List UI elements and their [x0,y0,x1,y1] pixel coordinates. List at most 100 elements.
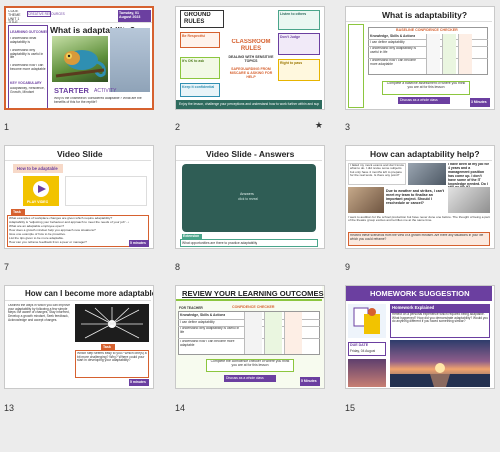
slide-9-photo-3 [448,187,490,213]
slide-1-keywords-label: KEY VOCABULARY [10,81,42,85]
slide-3-row-1: I can define adaptability [370,40,405,44]
slide-14-col-2 [264,312,282,354]
slide-14-col-3 [284,312,302,354]
slide-8-answer-sub: click to reveal [238,197,258,201]
slide-3-sidebar [348,24,364,108]
slide-2-footer: Enjoy the lesson, challenge your percept… [179,102,319,106]
slide-1-tag: CREATIVE RESOURCES [28,12,65,16]
slide-2-box-6-label: Keep it confidential [182,85,215,89]
slide-1-starter-text: Why is the chameleon 'considered adaptab… [54,97,142,104]
slide-3-row-3: I understand how I can become more adapt… [370,59,417,66]
slide-2-box-2-label: Listen to others [280,12,307,16]
slide-13-chalkboard [75,304,149,342]
slide-7-task: Task [13,210,21,214]
slide-14-title: REVIEW YOUR LEARNING OUTCOMES [182,289,324,298]
slide-9-footer: Reword these scenarios from the view of … [350,234,484,241]
slide-2-box-5-label: Right to pass [280,61,303,65]
slide-number-2: 2 [175,122,181,132]
slide-14-row-0: Knowledge, Skills & Actions [180,313,226,317]
slide-3-prompt-sub: Discuss as a whole class [400,98,438,102]
slide-14-row-1: I can define adaptability [180,320,215,324]
slide-number-7: 7 [4,262,10,272]
slide-14-preview[interactable]: REVIEW YOUR LEARNING OUTCOMES FOR TEACHE… [175,285,325,389]
slide-1-starter: STARTER [54,86,89,95]
slide-3-row-0: Knowledge, Skills & Actions [370,34,416,38]
slide-2-box-1-label: Be Respectful [182,34,206,38]
slide-7-title: Video Slide [57,149,103,159]
slide-15-panel-text: Reflect on a personal experience which r… [392,313,488,324]
slide-15-sunset-photo [390,340,490,387]
slide-13-title: How can I become more adaptable? [25,289,154,298]
slide-1-side-label: LEARNING OUTCOMES [10,30,49,34]
slide-8-preview[interactable]: Video Slide - Answers Answers click to r… [175,145,325,249]
slide-2-center-sub: DEALING WITH SENSITIVE TOPICS [228,55,274,63]
slide-15-due-value: Friday, 04 August [350,349,376,353]
slide-3-col-2 [442,34,456,74]
slide-2-center-sub2: SAFEGUARDING FROM MISCARE & ASKING FOR H… [229,67,273,79]
star-icon[interactable]: ★ [315,120,323,131]
slide-13-task-text: Which step seems easy to you? Which one(… [77,352,147,363]
slide-1-outcome-2: I understand why adaptability is useful … [10,49,44,60]
arrows-icon [81,307,143,339]
slide-9-photo-1 [408,163,446,185]
slide-13-task: Task [103,345,111,349]
sunset-icon [390,363,490,387]
slide-9-quote-bottom: I went to audition for the school produc… [348,216,490,223]
slide-3-col-1 [426,34,440,74]
slide-1-starter-sub: ACTIVITY [94,88,117,94]
slide-number-8: 8 [175,262,181,272]
slide-15-illustration [348,304,386,338]
chameleon-photo [110,28,150,92]
slide-9-title: How can adaptability help? [370,149,480,159]
slide-14-prompt: Complete the confidence checker of where… [210,360,290,367]
slide-number-3: 3 [345,122,351,132]
slide-7-timer: 5 minutes [130,241,146,245]
slide-7-subtitle: How to be adaptable [17,166,58,171]
slide-8-extension: Extension [183,234,200,238]
slide-7-preview[interactable]: Video Slide How to be adaptable PLAY VID… [4,145,154,249]
slide-3-prompt: Complete a baseline assessment of where … [386,82,466,89]
slide-3-preview[interactable]: What is adaptability? BASELINE CONFIDENC… [345,6,495,110]
slide-14-side-label: FOR TEACHER [179,306,203,310]
slide-3-table-title: BASELINE CONFIDENCE CHECKER [396,28,458,32]
chameleon-image [52,36,108,82]
slide-15-panel-title: Homework Explained [392,305,435,310]
slide-1-preview[interactable]: CODE THEME UNIT 1 TITLE CREATIVE RESOURC… [4,6,154,110]
slide-14-row-2: I understand why adaptability is useful … [180,327,240,334]
slide-15-photo-small [348,359,386,387]
slide-14-row-3: I understand how I can become more adapt… [180,340,235,347]
slide-14-table-title: CONFIDENCE CHECKER [232,305,275,309]
slide-7-video-frame [65,176,147,206]
slide-1-outcome-3: I understand how I can become more adapt… [10,64,46,71]
slide-15-title: HOMEWORK SUGGESTION [370,289,470,298]
slide-2-preview[interactable]: GROUND RULES Be Respectful Listen to oth… [175,6,325,110]
slide-3-title: What is adaptability? [382,10,468,20]
slide-8-title: Video Slide - Answers [206,149,295,159]
slide-7-q7: How can you reframe feedback from a peer… [9,240,87,244]
slide-13-preview[interactable]: How can I become more adaptable? Outline… [4,285,154,389]
slide-9-preview[interactable]: How can adaptability help? I failed my m… [345,145,495,249]
slide-15-due-label: DUE DATE [350,343,369,347]
slide-14-timer: 5 Minutes [301,379,317,383]
slide-2-box-3-label: Don't Judge [280,35,301,39]
slide-3-timer: 3 Minutes [471,100,487,104]
slide-8-answer: Answers [240,192,254,196]
slide-9-quote-left: I failed my mock exams and don't know wh… [350,164,404,178]
slide-1-outcome-1: I understand what adaptability is [10,37,37,44]
slide-1-date: Tuesday, 01 August 2023 [119,11,141,19]
slide-9-photo-2 [348,187,384,213]
slide-number-13: 13 [4,403,15,413]
slide-2-title: GROUND RULES [184,12,211,25]
slide-2-center: CLASSROOM RULES [231,39,271,52]
slide-7-play[interactable]: PLAY VIDEO [27,200,48,204]
slide-number-1: 1 [4,122,10,132]
slide-3-row-2: I understand why adaptability is useful … [370,47,417,54]
slide-number-9: 9 [345,262,351,272]
slide-9-quote-mid: Due to weather and strikes, I can't meet… [386,189,444,205]
slide-2-box-4-label: It's OK to ask [182,59,205,63]
homework-illustration-icon [353,307,380,334]
slide-3-col-3 [458,34,472,74]
slide-15-preview[interactable]: HOMEWORK SUGGESTION Homework Explained R… [345,285,495,389]
slide-13-timer: 5 minutes [130,380,146,384]
slide-14-prompt-sub: Discuss as a whole class [226,376,264,380]
